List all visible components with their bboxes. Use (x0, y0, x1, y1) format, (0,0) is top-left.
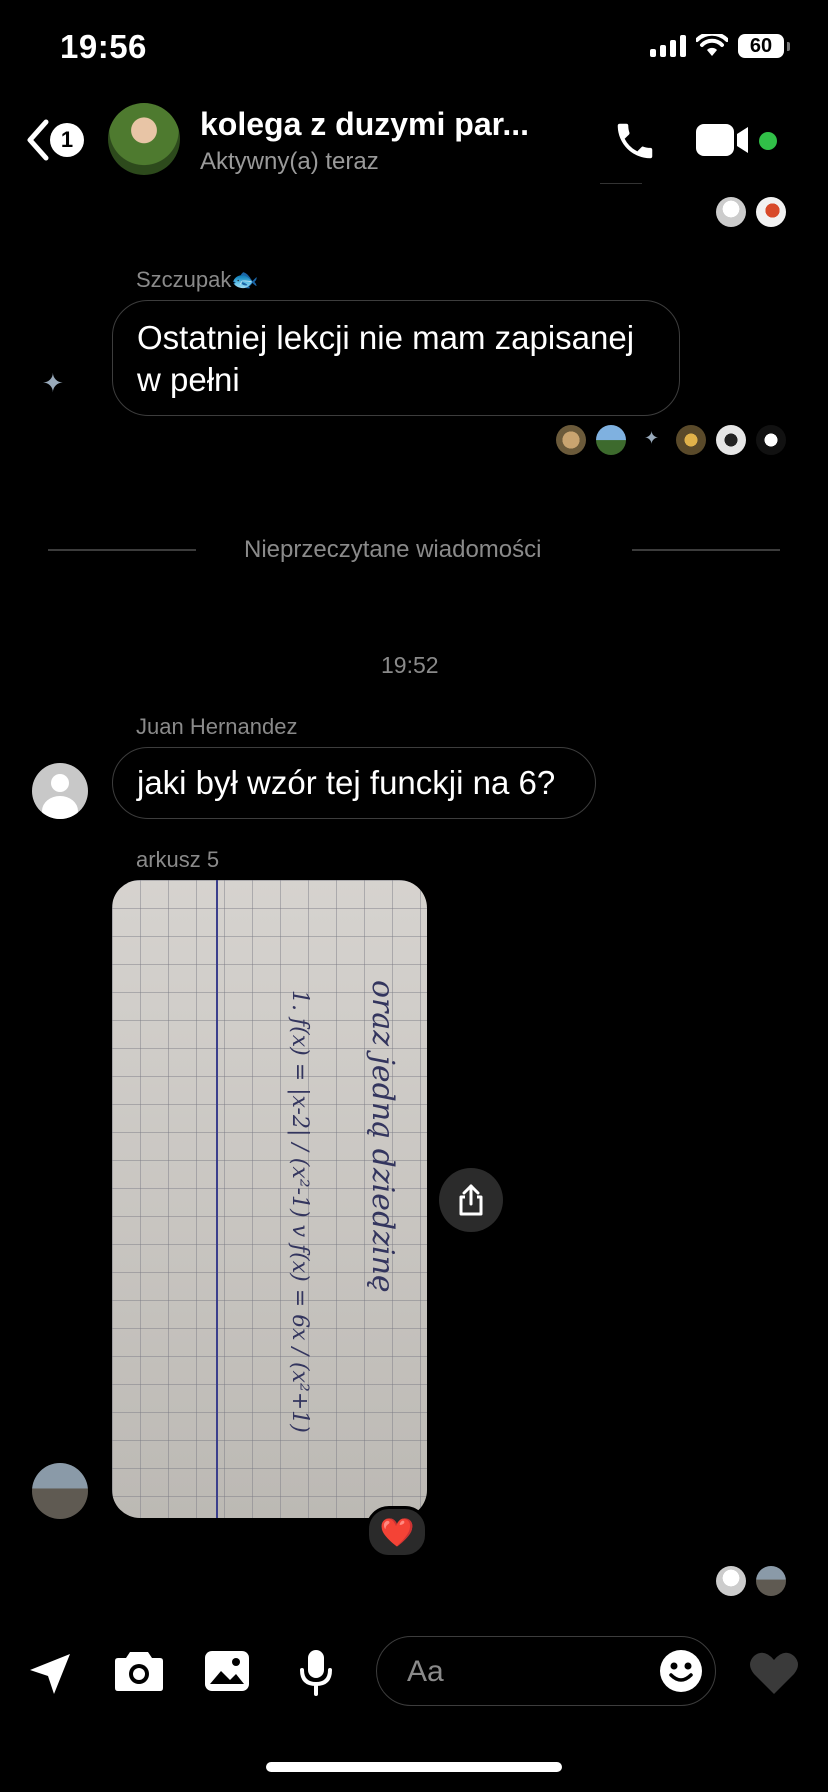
avatar[interactable] (108, 103, 180, 175)
message-input-container[interactable] (376, 1636, 716, 1706)
signal-icon (650, 35, 686, 57)
active-status: Aktywny(a) teraz (200, 148, 379, 175)
share-icon (459, 1184, 483, 1216)
divider-line (48, 549, 196, 551)
message-input[interactable] (405, 1651, 649, 1693)
home-indicator (266, 1762, 562, 1772)
status-time: 19:56 (60, 28, 147, 65)
battery-icon: 60 (738, 34, 784, 58)
heart-icon[interactable] (748, 1650, 800, 1696)
header-underline (600, 183, 642, 184)
notebook-margin-line (216, 880, 218, 1518)
seen-avatar (676, 425, 706, 455)
wifi-icon (696, 34, 728, 56)
sparkle-icon: ✦ (644, 428, 660, 448)
microphone-icon[interactable] (296, 1648, 336, 1696)
unread-divider-label: Nieprzeczytane wiadomości (244, 536, 542, 563)
emoji-icon[interactable] (659, 1649, 703, 1693)
location-icon[interactable] (26, 1650, 74, 1698)
message-bubble[interactable]: Ostatniej lekcji nie mam zapisanej w peł… (112, 300, 680, 416)
video-camera-icon[interactable] (696, 122, 752, 158)
message-bubble[interactable]: jaki był wzór tej funckji na 6? (112, 747, 596, 819)
handwriting-line: oraz jedną dziedzinę (365, 980, 400, 1293)
seen-avatar (596, 425, 626, 455)
image-gallery-icon[interactable] (204, 1650, 250, 1692)
avatar-head (51, 774, 69, 792)
image-caption: arkusz 5 (136, 847, 220, 872)
avatar[interactable] (32, 1463, 88, 1519)
divider-line (632, 549, 780, 551)
seen-avatar (756, 425, 786, 455)
chat-title[interactable]: kolega z duzymi par... (200, 106, 580, 143)
heart-reaction[interactable]: ❤️ (366, 1506, 428, 1558)
avatar[interactable] (32, 763, 88, 819)
photo-attachment[interactable]: oraz jedną dziedzinę 1. f(x) = |x-2| / (… (112, 880, 427, 1518)
battery-tip (787, 41, 790, 51)
timestamp: 19:52 (381, 652, 439, 678)
seen-avatar (756, 197, 786, 227)
back-button[interactable]: 1 (24, 118, 84, 162)
sparkle-icon: ✦ (42, 368, 64, 398)
avatar-body (42, 796, 78, 819)
seen-avatar (716, 425, 746, 455)
seen-avatar (756, 1566, 786, 1596)
share-button[interactable] (439, 1168, 503, 1232)
online-indicator (759, 132, 777, 150)
phone-icon[interactable] (612, 118, 658, 164)
seen-avatar (716, 197, 746, 227)
status-icons: 60 (650, 34, 790, 58)
sender-name: Juan Hernandez (136, 714, 298, 739)
seen-avatar (556, 425, 586, 455)
sender-name: Szczupak🐟 (136, 267, 259, 292)
handwriting-line: 1. f(x) = |x-2| / (x²-1) v f(x) = 6x / (… (287, 990, 312, 1433)
seen-avatar (716, 1566, 746, 1596)
chevron-left-icon (27, 119, 49, 161)
unread-badge: 1 (50, 123, 84, 157)
camera-icon[interactable] (114, 1650, 164, 1692)
